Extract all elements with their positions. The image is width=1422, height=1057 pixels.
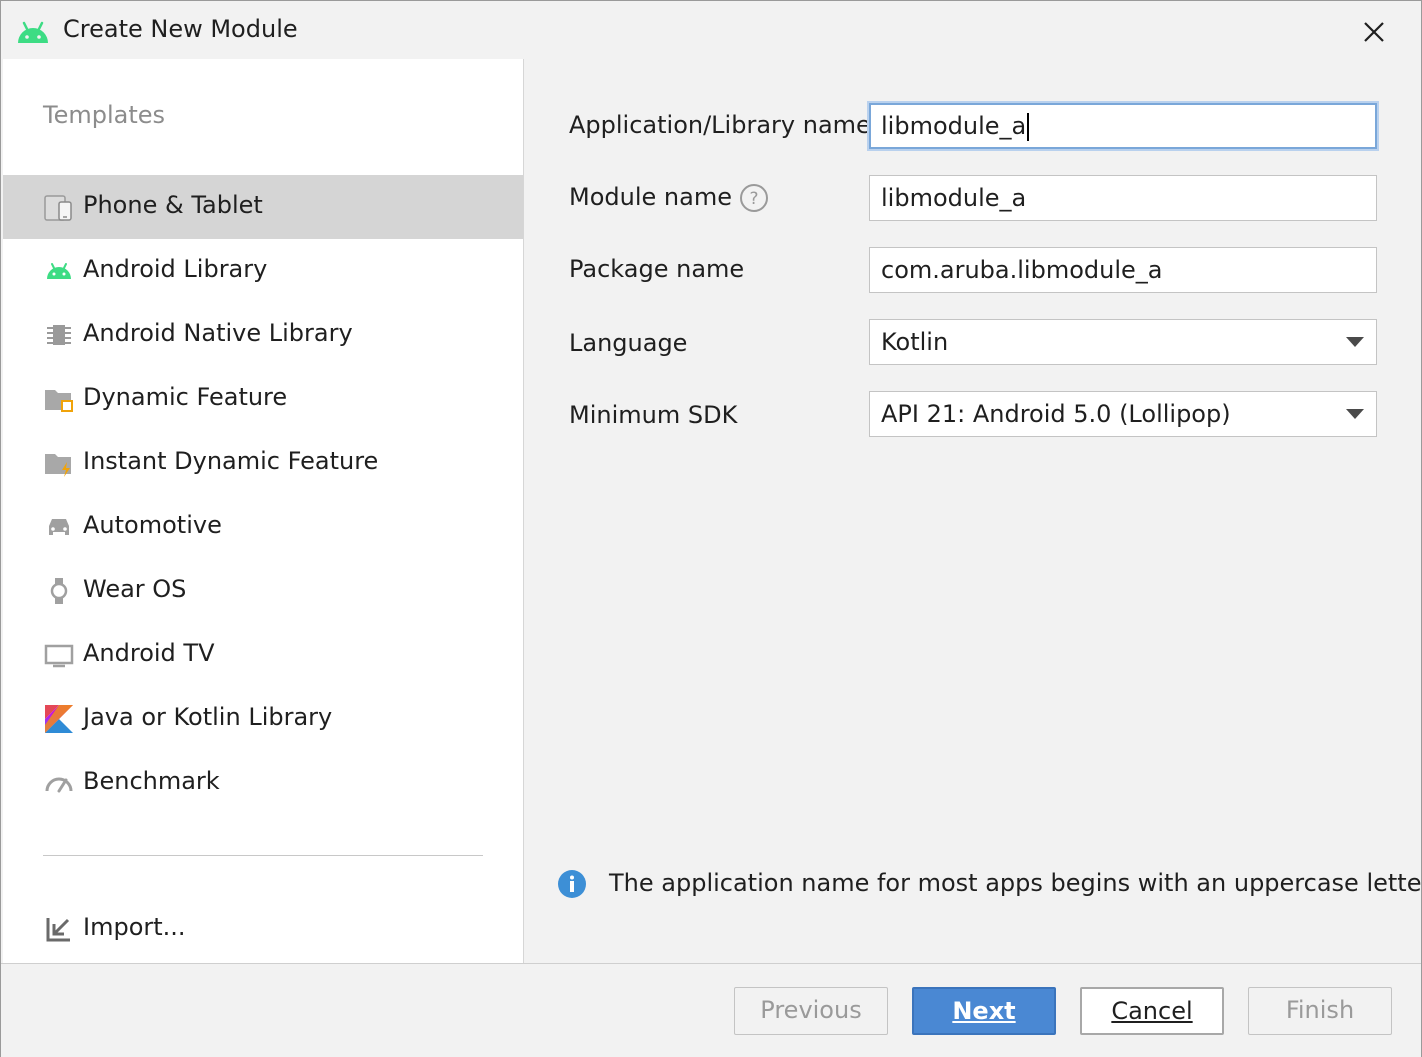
next-button[interactable]: Next [912, 987, 1056, 1035]
module-config-panel: Application/Library name libmodule_a Mod… [524, 59, 1422, 963]
create-module-dialog: Create New Module Templates Phone & Tabl… [0, 0, 1422, 1057]
dynamic-feature-icon [45, 390, 73, 412]
svg-text:?: ? [749, 189, 758, 209]
min-sdk-value: API 21: Android 5.0 (Lollipop) [881, 400, 1231, 428]
import-label: Import... [83, 913, 186, 941]
divider [43, 855, 483, 856]
template-label: Instant Dynamic Feature [83, 447, 379, 475]
template-label: Java or Kotlin Library [83, 703, 333, 731]
help-icon[interactable]: ? [739, 183, 769, 213]
template-label: Wear OS [83, 575, 187, 603]
tv-icon [44, 644, 74, 668]
template-label: Phone & Tablet [83, 191, 263, 219]
finish-button[interactable]: Finish [1248, 987, 1392, 1035]
kotlin-icon [45, 705, 73, 733]
template-label: Benchmark [83, 767, 220, 795]
close-icon[interactable] [1355, 13, 1393, 51]
title-bar: Create New Module [1, 1, 1421, 59]
template-android-tv[interactable]: Android TV [3, 623, 523, 687]
phone-tablet-icon [44, 195, 72, 221]
dialog-footer: Previous Next Cancel Finish [1, 963, 1421, 1057]
templates-heading: Templates [43, 101, 166, 129]
app-name-input[interactable]: libmodule_a [869, 103, 1377, 149]
gauge-icon [45, 777, 73, 793]
app-name-label: Application/Library name [569, 111, 871, 139]
package-name-input[interactable]: com.aruba.libmodule_a [869, 247, 1377, 293]
language-select[interactable]: Kotlin [869, 319, 1377, 365]
car-icon [49, 519, 69, 535]
templates-panel: Templates Phone & Tablet Android Library [3, 59, 524, 963]
info-message: The application name for most apps begin… [609, 869, 1422, 897]
template-java-kotlin-library[interactable]: Java or Kotlin Library [3, 687, 523, 751]
watch-icon [50, 578, 68, 604]
instant-dynamic-feature-icon [45, 454, 71, 477]
template-automotive[interactable]: Automotive [3, 495, 523, 559]
package-name-label: Package name [569, 255, 745, 283]
android-icon [47, 263, 71, 279]
min-sdk-select[interactable]: API 21: Android 5.0 (Lollipop) [869, 391, 1377, 437]
template-benchmark[interactable]: Benchmark [3, 751, 523, 815]
dropdown-arrow-icon [1346, 337, 1364, 347]
template-label: Dynamic Feature [83, 383, 288, 411]
dialog-title: Create New Module [63, 15, 298, 43]
template-label: Android Library [83, 255, 268, 283]
info-icon [558, 870, 586, 898]
template-label: Android Native Library [83, 319, 353, 347]
language-label: Language [569, 329, 688, 357]
cancel-label: Cancel [1111, 997, 1193, 1025]
module-name-label: Module name [569, 183, 732, 211]
app-name-value: libmodule_a [881, 112, 1027, 140]
module-name-input[interactable]: libmodule_a [869, 175, 1377, 221]
template-label: Automotive [83, 511, 222, 539]
template-dynamic-feature[interactable]: Dynamic Feature [3, 367, 523, 431]
template-android-library[interactable]: Android Library [3, 239, 523, 303]
min-sdk-label: Minimum SDK [569, 401, 738, 429]
previous-button[interactable]: Previous [734, 987, 888, 1035]
template-instant-dynamic-feature[interactable]: Instant Dynamic Feature [3, 431, 523, 495]
template-wear-os[interactable]: Wear OS [3, 559, 523, 623]
android-icon [18, 21, 48, 43]
import-icon [46, 918, 70, 942]
template-label: Android TV [83, 639, 215, 667]
template-android-native-library[interactable]: Android Native Library [3, 303, 523, 367]
template-phone-tablet[interactable]: Phone & Tablet [3, 175, 523, 239]
dropdown-arrow-icon [1346, 409, 1364, 419]
cancel-button[interactable]: Cancel [1080, 987, 1224, 1035]
text-caret [1027, 113, 1030, 141]
import-item[interactable]: Import... [3, 897, 523, 961]
language-value: Kotlin [881, 328, 949, 356]
native-library-icon [47, 325, 71, 345]
